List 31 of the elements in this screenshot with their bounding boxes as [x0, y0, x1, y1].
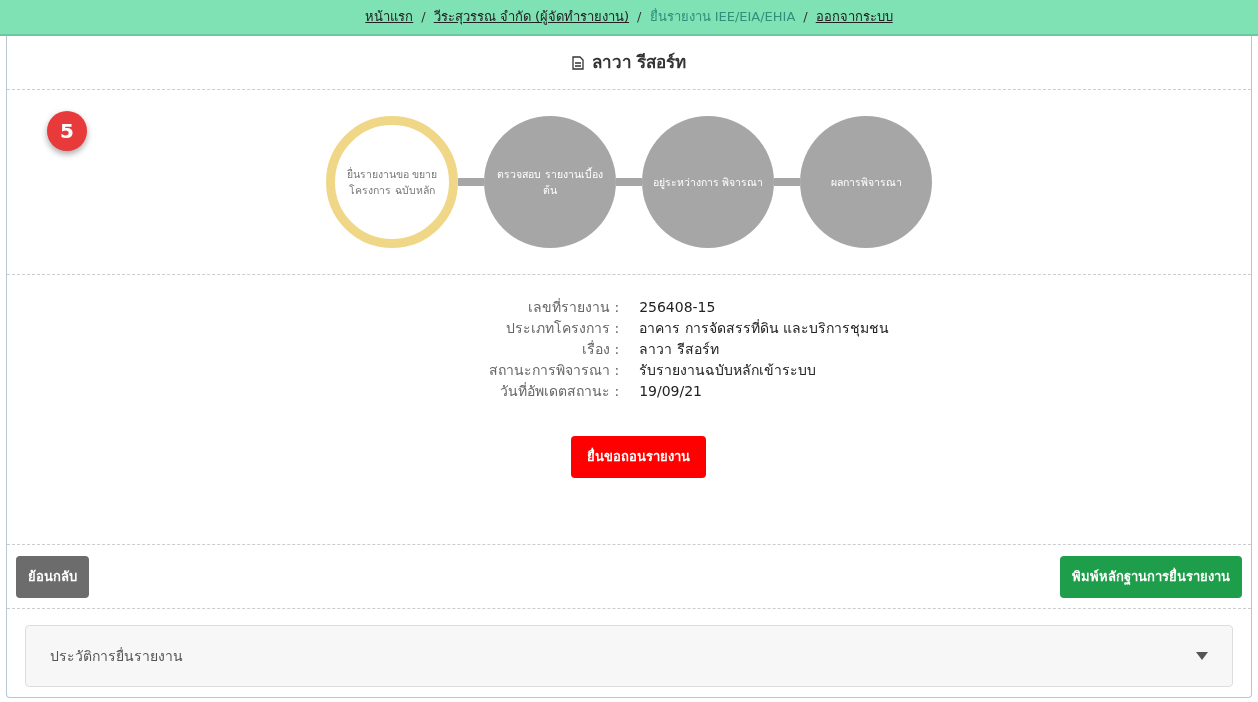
withdraw-button[interactable]: ยื่นขอถอนรายงาน: [570, 436, 706, 478]
breadcrumb-separator: /: [803, 8, 808, 27]
detail-value: อาคาร การจัดสรรที่ดิน และบริการชุมชน: [639, 318, 890, 339]
step-connector: [616, 178, 642, 186]
step-connector: [774, 178, 800, 186]
detail-label: วันที่อัพเดตสถานะ :: [498, 381, 620, 401]
progress-step: ยื่นรายงานขอ ขยายโครงการ ฉบับหลัก: [326, 116, 458, 248]
detail-value: 256408-15: [639, 298, 717, 317]
breadcrumb-link[interactable]: ออกจากระบบ: [815, 7, 893, 27]
breadcrumb-link[interactable]: หน้าแรก: [365, 7, 414, 27]
history-accordion[interactable]: ประวัติการยื่นรายงาน: [25, 625, 1233, 687]
progress-step: ตรวจสอบ รายงานเบื้องต้น: [484, 116, 616, 248]
detail-label: เลขที่รายงาน :: [526, 297, 620, 317]
step-connector: [458, 178, 484, 186]
document-icon: [571, 55, 584, 70]
detail-value: ลาวา รีสอร์ท: [639, 340, 720, 359]
history-label: ประวัติการยื่นรายงาน: [50, 646, 183, 666]
page-title: ลาวา รีสอร์ท: [591, 50, 687, 74]
breadcrumb-link[interactable]: วีระสุวรรณ จำกัด (ผู้จัดทำรายงาน): [433, 7, 630, 27]
caret-icon: [1196, 652, 1208, 660]
back-button[interactable]: ย้อนกลับ: [16, 555, 89, 598]
breadcrumb-separator: /: [421, 8, 426, 27]
progress-step: ผลการพิจารณา: [800, 116, 932, 248]
detail-label: ประเภทโครงการ :: [504, 319, 620, 338]
step-badge: 5: [47, 111, 87, 151]
breadcrumb-separator: /: [637, 8, 642, 27]
detail-label: สถานะการพิจารณา :: [488, 361, 620, 380]
detail-value: 19/09/21: [639, 382, 703, 401]
progress-step: อยู่ระหว่างการ พิจารณา: [642, 116, 774, 248]
detail-label: เรื่อง :: [580, 339, 620, 359]
detail-value: รับรายงานฉบับหลักเข้าระบบ: [639, 361, 818, 380]
